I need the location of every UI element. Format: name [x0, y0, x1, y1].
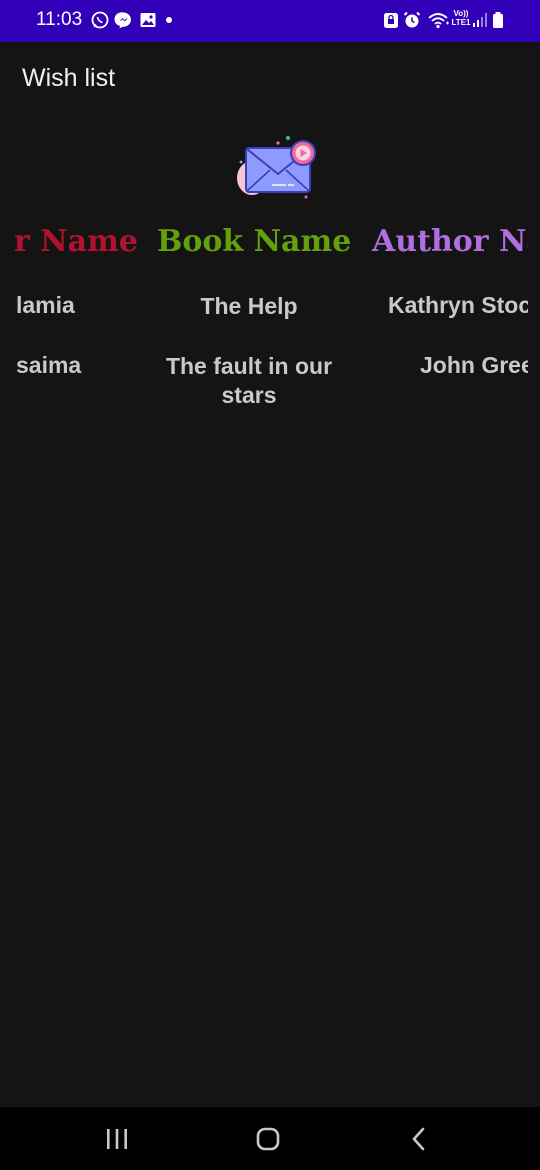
signal-icon — [473, 13, 487, 27]
mail-illustration-icon — [237, 135, 316, 199]
home-icon[interactable] — [253, 1125, 283, 1153]
column-header-author-name: Author Na — [372, 224, 540, 259]
cell-author-name: John Gree — [420, 352, 534, 378]
navigation-bar — [0, 1107, 540, 1170]
alarm-icon — [403, 11, 421, 28]
wifi-icon — [428, 13, 449, 29]
battery-icon — [493, 12, 503, 28]
cell-author-name: Kathryn Stoc — [388, 292, 532, 318]
column-header-user-name: r Name — [14, 224, 138, 259]
notification-dot-icon — [166, 17, 172, 23]
back-icon[interactable] — [404, 1125, 434, 1153]
lock-icon — [384, 13, 398, 28]
status-time: 11:03 — [36, 9, 83, 30]
page-title: Wish list — [22, 64, 116, 92]
whatsapp-icon — [91, 11, 109, 29]
table-clip-edge — [528, 215, 540, 415]
cell-user-name: lamia — [16, 292, 75, 318]
volte-icon: Vo)) LTE1 — [450, 9, 472, 27]
column-header-book-name: Book Name — [157, 224, 352, 259]
cell-book-name: The fault in our stars — [165, 353, 333, 408]
recents-icon[interactable] — [102, 1125, 132, 1153]
network-label-bottom: LTE1 — [451, 18, 471, 27]
network-label-top: Vo)) — [453, 9, 469, 18]
messenger-icon — [114, 12, 131, 29]
gallery-icon — [140, 13, 156, 27]
cell-user-name: saima — [16, 352, 82, 378]
cell-book-name: The Help — [200, 293, 298, 319]
status-bar: 11:03 Vo)) LTE1 — [0, 0, 540, 42]
